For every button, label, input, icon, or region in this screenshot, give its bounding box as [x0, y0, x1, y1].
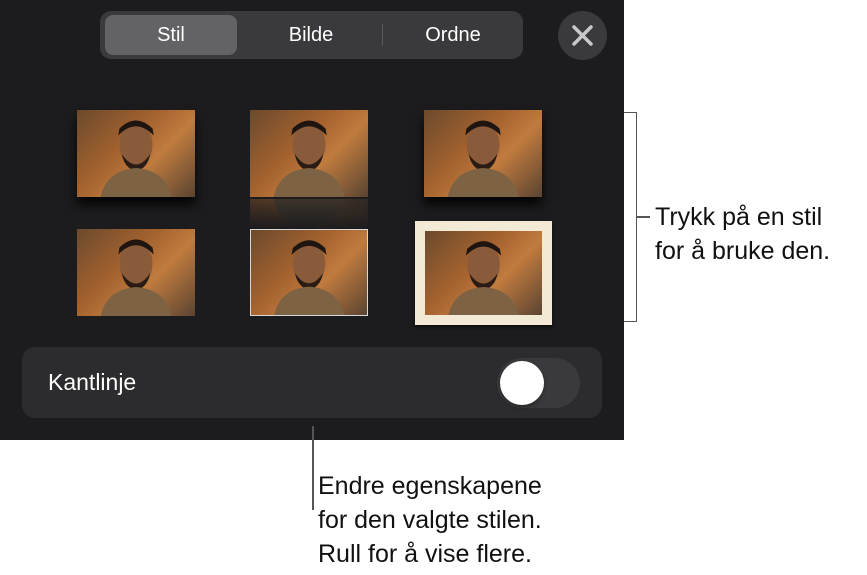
properties-callout-pointer	[312, 426, 314, 510]
style-thumbnail-reflection[interactable]	[250, 110, 368, 197]
frame-inner	[425, 231, 542, 315]
segment-divider	[382, 24, 383, 46]
properties-callout-line-1: Endre egenskapene	[318, 472, 542, 500]
properties-callout: Endre egenskapene for den valgte stilen.…	[318, 469, 542, 571]
bracket-pointer	[637, 216, 650, 218]
style-callout-line-2: for å bruke den.	[655, 237, 831, 265]
border-label: Kantlinje	[48, 369, 137, 395]
properties-callout-line-2: for den valgte stilen.	[318, 506, 542, 534]
portrait-photo	[424, 110, 542, 197]
style-thumbnail-thin-border[interactable]	[250, 229, 368, 316]
close-button[interactable]	[558, 11, 607, 60]
style-callout-line-1: Trykk på en stil	[655, 203, 823, 231]
tab-bilde[interactable]: Bilde	[244, 15, 378, 55]
style-thumbnail-plain[interactable]	[77, 229, 195, 316]
tab-segmented-control: Stil Bilde Ordne	[100, 11, 523, 59]
properties-callout-line-3: Rull for å vise flere.	[318, 540, 532, 568]
portrait-photo	[250, 110, 368, 197]
portrait-photo	[425, 231, 542, 315]
portrait-photo	[251, 230, 367, 315]
style-grid-bracket	[624, 112, 637, 322]
style-callout: Trykk på en stil for å bruke den.	[655, 200, 830, 268]
portrait-photo	[77, 229, 195, 316]
style-thumbnail-drop-shadow[interactable]	[424, 110, 542, 197]
style-thumbnail-cream-frame[interactable]	[415, 221, 552, 325]
close-icon	[572, 25, 593, 46]
tab-stil[interactable]: Stil	[105, 15, 237, 55]
portrait-photo	[77, 110, 195, 197]
border-toggle[interactable]	[497, 358, 580, 408]
toggle-knob	[500, 361, 544, 405]
border-setting-row: Kantlinje	[22, 347, 602, 418]
style-panel: Stil Bilde Ordne Kantlinje	[0, 0, 624, 440]
style-thumbnail-shadow[interactable]	[77, 110, 195, 197]
tab-ordne[interactable]: Ordne	[387, 15, 519, 55]
